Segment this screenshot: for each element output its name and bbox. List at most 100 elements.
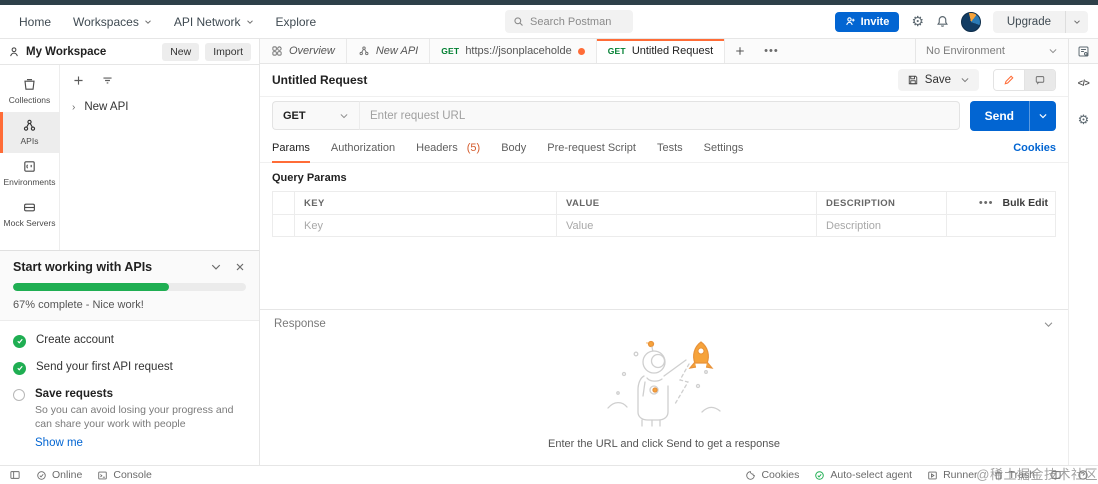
onboarding-panel: Start working with APIs 67% complete - N… — [0, 249, 259, 465]
collapse-chevron-icon[interactable] — [210, 261, 222, 273]
checklist-item-first-request[interactable]: Send your first API request — [13, 354, 246, 381]
top-navigation: Home Workspaces API Network Explore Invi… — [0, 5, 1098, 39]
filter-icon[interactable] — [101, 74, 114, 87]
notifications-bell-icon[interactable] — [936, 15, 949, 28]
chevron-down-icon — [1039, 113, 1047, 118]
onboarding-items: Create account Send your first API reque… — [0, 321, 259, 465]
sidebar-item-environments[interactable]: Environments — [0, 153, 59, 194]
tab-jsonplaceholder[interactable]: GET https://jsonplaceholde — [430, 39, 597, 63]
invite-button[interactable]: Invite — [834, 11, 900, 32]
online-status[interactable]: Online — [36, 469, 82, 481]
tab-settings[interactable]: Settings — [704, 134, 744, 162]
edit-button[interactable] — [994, 70, 1024, 90]
api-icon — [359, 46, 369, 56]
send-button[interactable]: Send — [969, 100, 1056, 131]
wrench-settings-icon[interactable]: ⚙ — [1078, 112, 1090, 128]
query-params-table: KEY VALUE DESCRIPTION ••• Bulk Edit Key … — [272, 191, 1056, 237]
main-area: Overview New API GET https://jsonplaceho… — [260, 39, 1098, 465]
onboarding-title: Start working with APIs — [13, 259, 153, 274]
tab-params[interactable]: Params — [272, 134, 310, 163]
upgrade-button[interactable]: Upgrade — [992, 10, 1088, 33]
send-options-chevron[interactable] — [1029, 100, 1056, 131]
runner-button[interactable]: Runner — [927, 469, 978, 481]
value-input[interactable]: Value — [557, 215, 817, 236]
row-handle-cell[interactable] — [273, 215, 295, 236]
workspace-header: My Workspace New Import — [0, 39, 259, 65]
bulk-edit-button[interactable]: Bulk Edit — [1002, 197, 1048, 209]
description-input[interactable]: Description — [817, 215, 947, 236]
request-header: Untitled Request Save — [260, 64, 1068, 97]
global-search[interactable] — [505, 10, 633, 33]
environment-quick-look-button[interactable] — [1068, 39, 1098, 63]
response-empty-message: Enter the URL and click Send to get a re… — [548, 437, 780, 450]
sidebar-item-mock-servers[interactable]: Mock Servers — [0, 194, 59, 235]
sidebar-item-apis[interactable]: APIs — [0, 112, 59, 153]
console-icon — [98, 471, 108, 479]
overview-icon — [272, 46, 282, 56]
save-button[interactable]: Save — [897, 69, 979, 91]
user-avatar[interactable] — [960, 11, 981, 32]
sidebar-toggle-button[interactable] — [9, 469, 21, 481]
checklist-item-save-requests[interactable]: Save requests So you can avoid losing yo… — [13, 381, 246, 455]
code-snippet-icon[interactable]: </> — [1078, 78, 1090, 88]
auto-select-agent[interactable]: Auto-select agent — [814, 469, 912, 481]
show-me-link[interactable]: Show me — [35, 437, 235, 449]
response-section: Response Enter the URL and click Send to… — [260, 309, 1068, 465]
environment-selector[interactable]: No Environment — [916, 39, 1068, 63]
trash-button[interactable]: Trash — [993, 469, 1035, 481]
console-button[interactable]: Console — [97, 469, 152, 481]
tab-headers[interactable]: Headers (5) — [416, 134, 480, 162]
settings-gear-icon[interactable]: ⚙ — [911, 13, 924, 30]
key-input[interactable]: Key — [295, 215, 557, 236]
sidebar-tree: › New API — [59, 65, 259, 277]
tab-label: Authorization — [330, 142, 396, 154]
tab-label: Pre-request Script — [547, 142, 636, 154]
method-selector[interactable]: GET — [272, 101, 360, 130]
checklist-item-create-account[interactable]: Create account — [13, 327, 246, 354]
tab-pre-request-script[interactable]: Pre-request Script — [547, 134, 636, 162]
tab-label: Headers — [416, 142, 458, 154]
table-options-icon[interactable]: ••• — [979, 197, 994, 209]
request-title[interactable]: Untitled Request — [272, 73, 367, 87]
statusbar-right: Cookies Auto-select agent Runner Trash — [745, 469, 1089, 481]
tab-body[interactable]: Body — [501, 134, 526, 162]
nav-explore-label: Explore — [275, 14, 317, 29]
sidebar-body: Collections APIs Environments Mock Serve… — [0, 65, 259, 277]
help-button[interactable] — [1077, 469, 1089, 481]
search-input[interactable] — [530, 15, 620, 28]
runner-label: Runner — [943, 469, 978, 481]
mock-servers-icon — [24, 203, 35, 212]
cookies-button[interactable]: Cookies — [745, 469, 799, 481]
comment-button[interactable] — [1024, 70, 1055, 90]
nav-workspaces[interactable]: Workspaces — [62, 15, 163, 29]
tab-authorization[interactable]: Authorization — [331, 134, 395, 162]
close-icon[interactable] — [234, 261, 246, 273]
two-pane-view-button[interactable] — [1050, 469, 1062, 481]
import-button[interactable]: Import — [205, 42, 251, 61]
nav-home[interactable]: Home — [8, 15, 62, 29]
collapse-chevron-icon[interactable] — [1043, 319, 1054, 330]
new-button[interactable]: New — [162, 42, 200, 61]
nav-api-network[interactable]: API Network — [163, 15, 265, 29]
add-icon[interactable] — [72, 74, 85, 87]
new-tab-button[interactable] — [725, 39, 755, 63]
collapse-caret-icon[interactable]: › — [72, 102, 75, 113]
workspace-title[interactable]: My Workspace — [26, 46, 106, 58]
nav-explore[interactable]: Explore — [265, 15, 328, 29]
tab-overview[interactable]: Overview — [260, 39, 347, 63]
tab-tests[interactable]: Tests — [657, 134, 683, 162]
cookies-link[interactable]: Cookies — [1013, 142, 1056, 154]
sidebar-item-label: APIs — [20, 136, 39, 146]
url-input[interactable] — [360, 101, 960, 130]
postman-app: Home Workspaces API Network Explore Invi… — [0, 0, 1098, 484]
upgrade-chevron[interactable] — [1065, 10, 1088, 33]
tree-item-new-api[interactable]: › New API — [60, 95, 259, 119]
unsaved-dot — [577, 47, 585, 55]
url-builder-row: GET Send — [260, 97, 1068, 134]
unchecked-circle-icon — [13, 388, 25, 401]
check-circle-icon — [13, 334, 26, 348]
tab-options-button[interactable]: ••• — [755, 39, 788, 63]
tab-untitled-request[interactable]: GET Untitled Request — [596, 39, 726, 63]
sidebar-item-collections[interactable]: Collections — [0, 71, 59, 112]
tab-new-api[interactable]: New API — [347, 39, 431, 63]
